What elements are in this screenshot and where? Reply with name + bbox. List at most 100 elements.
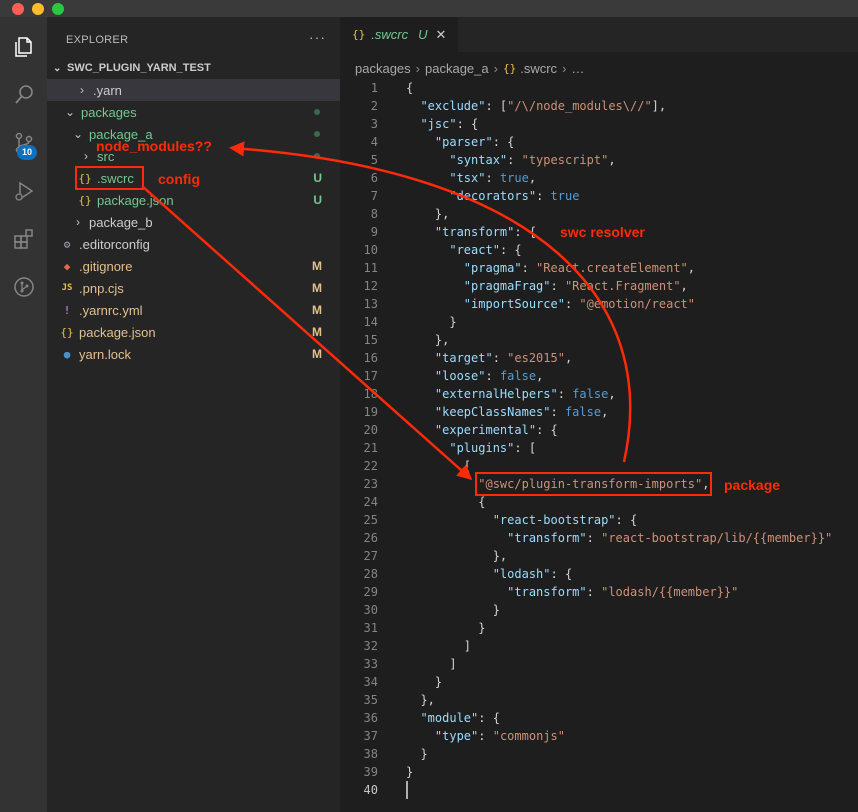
- tree-item-yarnrc[interactable]: ! .yarnrc.yml M: [47, 299, 340, 321]
- editor-area: {} .swcrc U ✕ packages › package_a › {} …: [340, 17, 858, 812]
- untracked-badge: U: [313, 193, 322, 207]
- tree-item-package-json-a[interactable]: {} package.json U: [47, 189, 340, 211]
- breadcrumb-separator-icon: ›: [415, 61, 420, 76]
- modified-badge: M: [312, 259, 322, 273]
- annotation-config: config: [158, 171, 200, 187]
- line-number: 29: [363, 585, 378, 599]
- annotation-box-package: [475, 472, 712, 496]
- line-number: 22: [363, 459, 378, 473]
- tree-item-yarn[interactable]: › .yarn: [47, 79, 340, 101]
- code-line: },: [406, 207, 450, 221]
- run-debug-activity[interactable]: [0, 167, 47, 215]
- more-actions-button[interactable]: ···: [309, 29, 326, 45]
- breadcrumb-swcrc[interactable]: .swcrc: [520, 61, 557, 76]
- title-bar: [0, 0, 858, 17]
- code-line: "plugins": [: [449, 441, 537, 455]
- breadcrumb-package-a[interactable]: package_a: [425, 61, 489, 76]
- line-number: 23: [363, 477, 378, 491]
- minimize-window-button[interactable]: [32, 3, 44, 15]
- yarn-file-icon: ●: [63, 347, 71, 361]
- code-line: ]: [406, 657, 457, 671]
- code-line: "experimental": {: [434, 423, 558, 437]
- js-file-icon: JS: [61, 283, 73, 293]
- explorer-activity[interactable]: [0, 23, 47, 71]
- extensions-activity[interactable]: [0, 215, 47, 263]
- chevron-right-icon: ›: [76, 215, 80, 229]
- tree-item-gitignore[interactable]: ◆ .gitignore M: [47, 255, 340, 277]
- tree-item-package-json[interactable]: {} package.json M: [47, 321, 340, 343]
- code-line: },: [406, 693, 435, 707]
- modified-dot: [314, 109, 320, 115]
- git-file-icon: ◆: [63, 259, 71, 273]
- untracked-badge: U: [313, 171, 322, 185]
- tab-swcrc[interactable]: {} .swcrc U ✕: [340, 17, 458, 52]
- git-graph-activity[interactable]: [0, 263, 47, 311]
- line-number: 25: [363, 513, 378, 527]
- close-icon[interactable]: ✕: [435, 27, 446, 43]
- line-number: 17: [363, 369, 378, 383]
- line-number: 32: [363, 639, 378, 653]
- annotation-swc-resolver: swc resolver: [560, 224, 645, 240]
- line-number: 1: [370, 81, 378, 95]
- code-content[interactable]: { "exclude": ["/\/node_modules\//"], "js…: [406, 79, 856, 799]
- scm-badge: 10: [17, 145, 37, 160]
- code-line: "react-bootstrap": {: [492, 513, 638, 527]
- line-number: 27: [363, 549, 378, 563]
- code-line: "transform": "lodash/{{member}}": [507, 585, 739, 599]
- tab-label: .swcrc: [371, 27, 409, 42]
- line-number: 13: [363, 297, 378, 311]
- git-graph-icon: [13, 277, 34, 297]
- code-line: "externalHelpers": false,: [434, 387, 616, 401]
- tree-item-pnp-cjs[interactable]: JS .pnp.cjs M: [47, 277, 340, 299]
- line-number: 36: [363, 711, 378, 725]
- code-line: "jsc": {: [420, 117, 479, 131]
- tree-item-label: .yarnrc.yml: [79, 302, 143, 318]
- source-control-activity[interactable]: 10: [0, 119, 47, 167]
- code-line: }: [406, 747, 428, 761]
- breadcrumb-packages[interactable]: packages: [355, 61, 411, 76]
- modified-dot: [314, 131, 320, 137]
- line-number: 30: [363, 603, 378, 617]
- tree-item-yarn-lock[interactable]: ● yarn.lock M: [47, 343, 340, 365]
- zoom-window-button[interactable]: [52, 3, 64, 15]
- code-line: "exclude": ["/\/node_modules\//"],: [420, 99, 667, 113]
- line-number: 24: [363, 495, 378, 509]
- code-line: "react": {: [449, 243, 522, 257]
- code-line: "target": "es2015",: [434, 351, 573, 365]
- annotation-package: package: [724, 477, 781, 493]
- untracked-badge: U: [418, 27, 428, 42]
- run-debug-icon: [14, 181, 33, 201]
- line-number: 2: [370, 99, 378, 113]
- json-file-icon: {}: [60, 325, 74, 339]
- modified-badge: M: [312, 325, 322, 339]
- tree-item-editorconfig[interactable]: ⚙ .editorconfig: [47, 233, 340, 255]
- code-line: "importSource": "@emotion/react": [463, 297, 695, 311]
- chevron-right-icon: ›: [84, 149, 88, 163]
- code-line: }: [406, 765, 414, 779]
- line-number: 7: [370, 189, 378, 203]
- explorer-title: EXPLORER: [66, 34, 129, 46]
- modified-dot: [314, 153, 320, 159]
- search-icon: [14, 85, 33, 104]
- workspace-section-header[interactable]: ⌄ SWC_PLUGIN_YARN_TEST: [47, 57, 340, 79]
- tree-item-label: .gitignore: [79, 258, 133, 274]
- close-window-button[interactable]: [12, 3, 24, 15]
- line-number: 38: [363, 747, 378, 761]
- tree-item-packages[interactable]: ⌄ packages: [47, 101, 340, 123]
- code-line: }: [406, 675, 443, 689]
- search-activity[interactable]: [0, 71, 47, 119]
- line-number: 10: [363, 243, 378, 257]
- line-number: 16: [363, 351, 378, 365]
- tree-item-label: package.json: [97, 192, 174, 208]
- code-line: "keepClassNames": false,: [434, 405, 609, 419]
- line-number: 8: [370, 207, 378, 221]
- line-number: 6: [370, 171, 378, 185]
- extensions-icon: [13, 229, 33, 249]
- activity-bar: 10: [0, 17, 47, 812]
- code-line: "type": "commonjs": [434, 729, 565, 743]
- breadcrumb-symbols[interactable]: …: [571, 61, 584, 76]
- tree-item-package-b[interactable]: › package_b: [47, 211, 340, 233]
- line-number: 12: [363, 279, 378, 293]
- line-number: 19: [363, 405, 378, 419]
- code-line: "decorators": true: [449, 189, 580, 203]
